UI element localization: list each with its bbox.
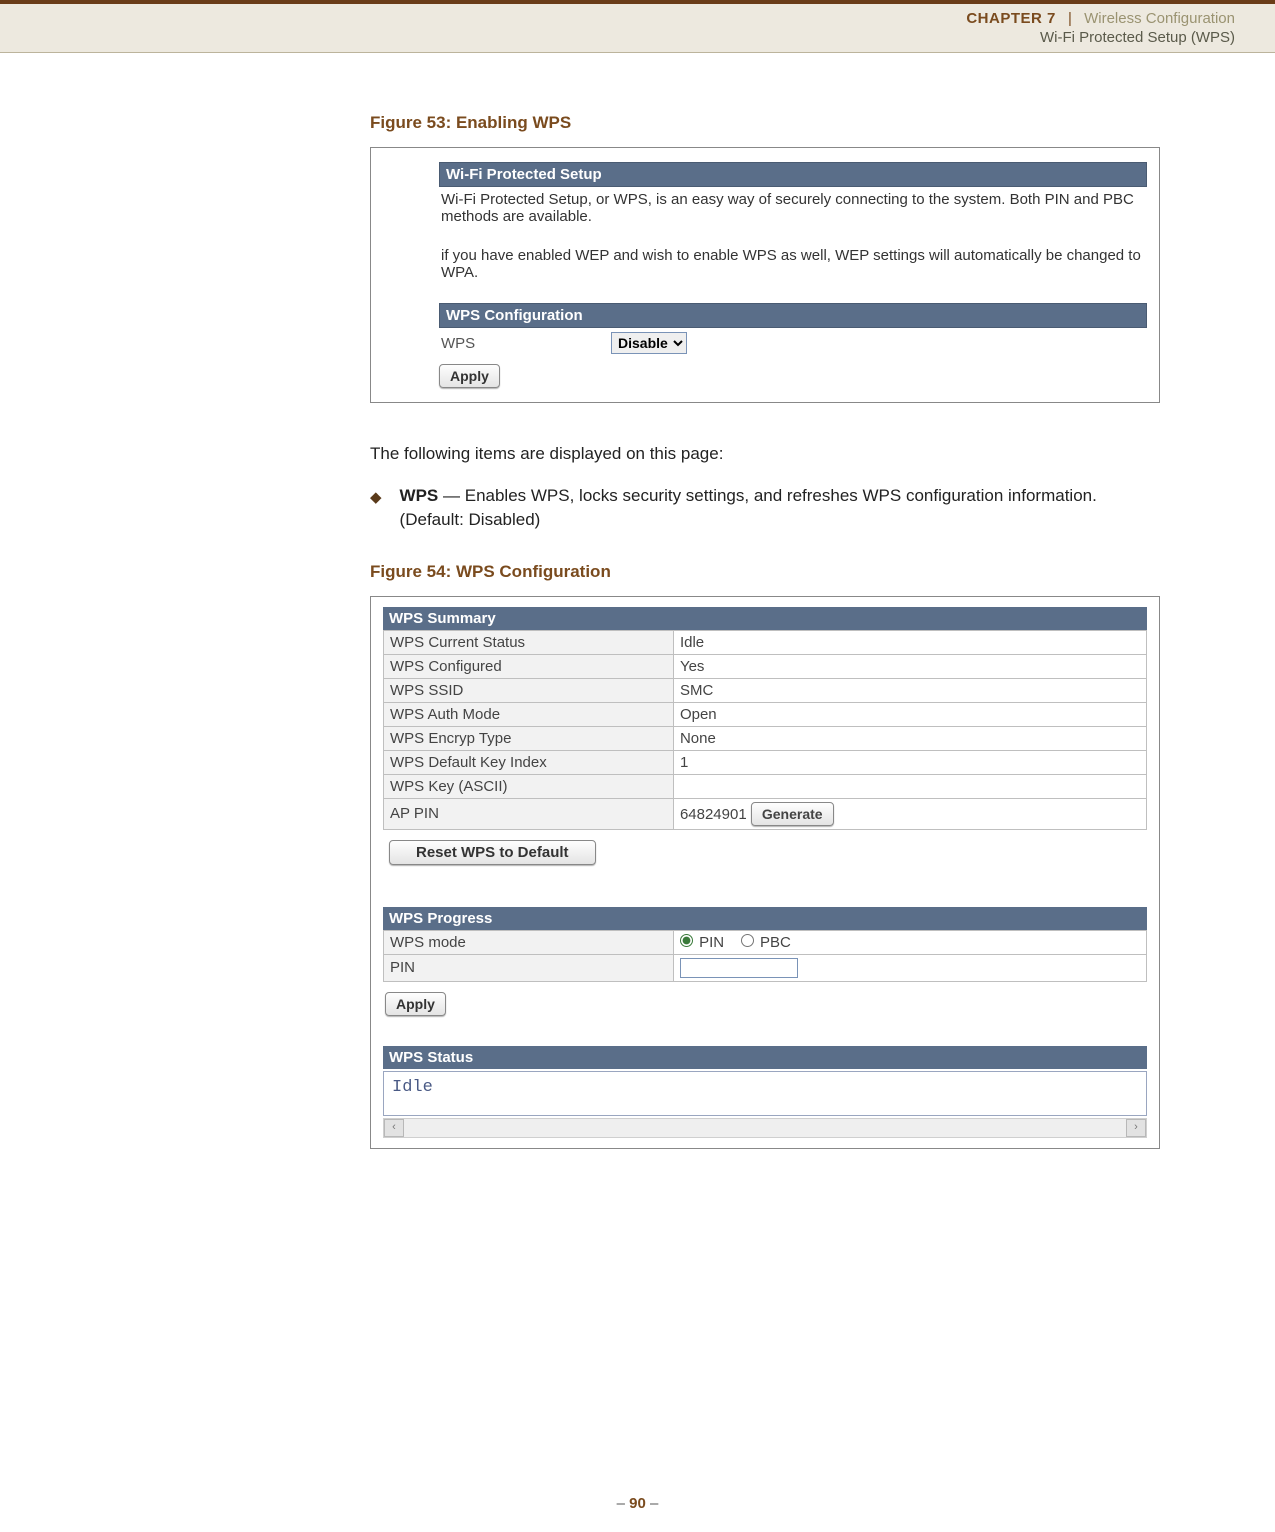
- header-separator: |: [1068, 10, 1072, 27]
- wps-mode-pbc-radio[interactable]: [741, 934, 754, 947]
- intro-text: The following items are displayed on thi…: [370, 443, 1160, 466]
- page-footer: – 90 –: [0, 1495, 1275, 1512]
- reset-wps-button[interactable]: Reset WPS to Default: [389, 840, 596, 865]
- page-number: 90: [629, 1495, 646, 1512]
- table-row: WPS Auth ModeOpen: [384, 702, 1147, 726]
- wps-mode-pbc[interactable]: PBC: [741, 934, 791, 951]
- figure54-screenshot: WPS Summary WPS Current StatusIdle WPS C…: [370, 596, 1160, 1149]
- wps-mode-label: WPS mode: [384, 930, 674, 954]
- table-row: WPS ConfiguredYes: [384, 654, 1147, 678]
- table-row: PIN: [384, 954, 1147, 981]
- generate-button[interactable]: Generate: [751, 802, 834, 826]
- wps-mode-pin-radio[interactable]: [680, 934, 693, 947]
- wps-status-header: WPS Status: [383, 1046, 1147, 1069]
- ap-pin-label: AP PIN: [384, 798, 674, 829]
- table-row: WPS Encryp TypeNone: [384, 726, 1147, 750]
- page-header: CHAPTER 7 | Wireless Configuration Wi-Fi…: [0, 0, 1275, 53]
- table-row: WPS SSIDSMC: [384, 678, 1147, 702]
- wps-config-header: WPS Configuration: [439, 303, 1147, 328]
- section-label: Wireless Configuration: [1084, 10, 1235, 27]
- pin-input[interactable]: [680, 958, 798, 978]
- wps-label: WPS: [441, 335, 611, 352]
- scroll-right-icon[interactable]: ›: [1126, 1119, 1146, 1137]
- horizontal-scrollbar[interactable]: ‹ ›: [383, 1118, 1147, 1138]
- figure54-caption: Figure 54: WPS Configuration: [370, 562, 1160, 582]
- wps-status-box: Idle: [383, 1071, 1147, 1116]
- subsection-label: Wi-Fi Protected Setup (WPS): [0, 29, 1235, 46]
- wps-mode-pin[interactable]: PIN: [680, 934, 724, 951]
- wps-progress-header: WPS Progress: [383, 907, 1147, 930]
- wps-desc1: Wi-Fi Protected Setup, or WPS, is an eas…: [439, 187, 1147, 229]
- pin-label: PIN: [384, 954, 674, 981]
- table-row: WPS Current StatusIdle: [384, 630, 1147, 654]
- figure53-screenshot: Wi-Fi Protected Setup Wi-Fi Protected Se…: [370, 147, 1160, 403]
- wps-select[interactable]: Disable: [611, 332, 687, 354]
- wps-setup-header: Wi-Fi Protected Setup: [439, 162, 1147, 187]
- table-row: WPS mode PIN PBC: [384, 930, 1147, 954]
- bullet-wps: ◆ WPS — Enables WPS, locks security sett…: [370, 484, 1160, 532]
- bullet-icon: ◆: [370, 487, 382, 532]
- wps-summary-table: WPS Current StatusIdle WPS ConfiguredYes…: [383, 630, 1147, 830]
- bullet-label: WPS: [400, 486, 439, 505]
- scroll-left-icon[interactable]: ‹: [384, 1119, 404, 1137]
- figure53-caption: Figure 53: Enabling WPS: [370, 113, 1160, 133]
- apply-button[interactable]: Apply: [439, 364, 500, 388]
- table-row: AP PIN 64824901 Generate: [384, 798, 1147, 829]
- apply-progress-button[interactable]: Apply: [385, 992, 446, 1016]
- table-row: WPS Key (ASCII): [384, 774, 1147, 798]
- wps-progress-table: WPS mode PIN PBC PIN: [383, 930, 1147, 982]
- wps-desc2: if you have enabled WEP and wish to enab…: [439, 243, 1147, 285]
- chapter-label: CHAPTER 7: [966, 10, 1056, 27]
- bullet-text: — Enables WPS, locks security settings, …: [400, 486, 1097, 529]
- table-row: WPS Default Key Index1: [384, 750, 1147, 774]
- wps-summary-header: WPS Summary: [383, 607, 1147, 630]
- ap-pin-value: 64824901: [680, 806, 747, 823]
